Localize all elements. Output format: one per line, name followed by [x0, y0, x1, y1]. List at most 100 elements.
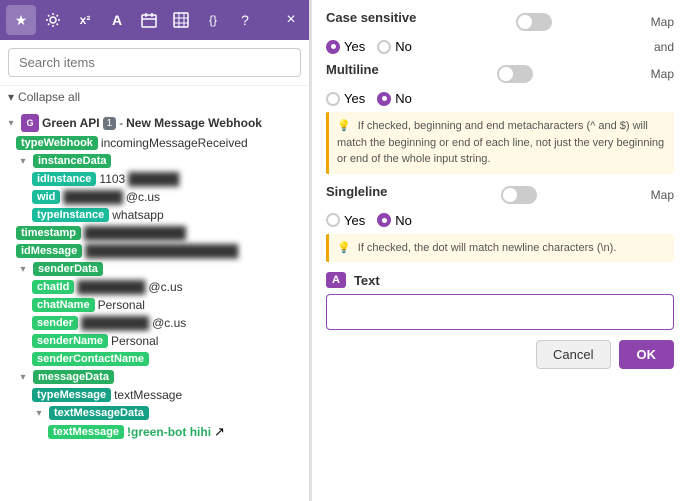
case-sensitive-toggle[interactable] — [516, 13, 552, 31]
root-expand[interactable]: ▾ — [4, 116, 18, 130]
value-chatname: Personal — [98, 298, 145, 312]
expand-messagedata[interactable]: ▾ — [16, 370, 30, 384]
multiline-no-label: No — [395, 91, 412, 106]
list-item: typeMessage textMessage — [0, 386, 309, 404]
badge-typemessage[interactable]: typeMessage — [32, 388, 111, 402]
badge-idinstance[interactable]: idInstance — [32, 172, 96, 186]
value-typeinstance: whatsapp — [112, 208, 163, 222]
left-panel: ★ x² A {} ? × Collapse all ▾ G Green API… — [0, 0, 310, 501]
multiline-hint: 💡 If checked, beginning and end metachar… — [326, 112, 674, 174]
collapse-all-label: Collapse all — [18, 90, 80, 104]
search-input[interactable] — [8, 48, 301, 77]
multiline-row: Multiline Map — [326, 62, 674, 85]
hint-icon-multiline: 💡 — [337, 120, 351, 132]
code-icon[interactable]: {} — [198, 5, 228, 35]
multiline-toggle[interactable] — [497, 65, 533, 83]
value-idinstance: 1103 — [99, 172, 125, 186]
case-sensitive-row: Case sensitive Map — [326, 10, 674, 33]
root-title: New Message Webhook — [126, 116, 262, 130]
yes-label: Yes — [344, 39, 365, 54]
no-label: No — [395, 39, 412, 54]
text-input-field[interactable] — [326, 294, 674, 330]
settings-icon[interactable] — [38, 5, 68, 35]
calendar-icon[interactable] — [134, 5, 164, 35]
value-typemessage: textMessage — [114, 388, 182, 402]
root-name: Green API — [42, 116, 100, 130]
value-wid: @c.us — [126, 190, 160, 204]
badge-chatname[interactable]: chatName — [32, 298, 95, 312]
badge-sendername[interactable]: senderName — [32, 334, 108, 348]
case-sensitive-radios: Yes No and — [326, 39, 674, 54]
formula-icon[interactable]: x² — [70, 5, 100, 35]
text-label-row: A Text — [326, 272, 674, 288]
list-item: chatName Personal — [0, 296, 309, 314]
cancel-button[interactable]: Cancel — [536, 340, 610, 369]
collapse-all-button[interactable]: Collapse all — [0, 86, 309, 108]
badge-typeinstance[interactable]: typeInstance — [32, 208, 109, 222]
list-item: idInstance 1103 ██████ — [0, 170, 309, 188]
multiline-title: Multiline — [326, 62, 379, 77]
list-item: timestamp ████████████ — [0, 224, 309, 242]
and-label: and — [654, 40, 674, 54]
ok-button[interactable]: OK — [619, 340, 675, 369]
case-sensitive-title: Case sensitive — [326, 10, 416, 25]
tree: ▾ G Green API 1 - New Message Webhook ty… — [0, 108, 309, 501]
badge-sendercontactname[interactable]: senderContactName — [32, 352, 149, 366]
root-icon: G — [21, 114, 39, 132]
multiline-hint-text: If checked, beginning and end metacharac… — [337, 120, 664, 165]
list-item: ▾ instanceData — [0, 152, 309, 170]
expand-instancedata[interactable]: ▾ — [16, 154, 30, 168]
badge-typewebhook[interactable]: typeWebhook — [16, 136, 98, 150]
text-section-label: Text — [354, 273, 380, 288]
badge-idmessage[interactable]: idMessage — [16, 244, 82, 258]
value-wid-blurred: ███████ — [63, 190, 123, 204]
value-sender-blurred: ████████ — [81, 316, 149, 330]
list-item: textMessage !green-bot hihi ↗ — [0, 422, 309, 442]
list-item: ▾ textMessageData — [0, 404, 309, 422]
list-item: idMessage ██████████████████ — [0, 242, 309, 260]
text-icon[interactable]: A — [102, 5, 132, 35]
badge-messagedata[interactable]: messageData — [33, 370, 114, 384]
case-sensitive-no[interactable]: No — [377, 39, 412, 54]
multiline-yes[interactable]: Yes — [326, 91, 365, 106]
badge-textmessage[interactable]: textMessage — [48, 425, 124, 439]
singleline-hint-text: If checked, the dot will match newline c… — [358, 242, 617, 254]
badge-chatid[interactable]: chatId — [32, 280, 74, 294]
singleline-yes[interactable]: Yes — [326, 213, 365, 228]
text-input-section: A Text — [326, 272, 674, 330]
badge-senderdata[interactable]: senderData — [33, 262, 103, 276]
badge-timestamp[interactable]: timestamp — [16, 226, 81, 240]
help-icon[interactable]: ? — [230, 5, 260, 35]
hint-icon-singleline: 💡 — [337, 242, 351, 254]
root-separator: - — [119, 116, 123, 130]
list-item: wid ███████ @c.us — [0, 188, 309, 206]
multiline-yes-label: Yes — [344, 91, 365, 106]
value-sendername: Personal — [111, 334, 158, 348]
value-typewebhook: incomingMessageReceived — [101, 136, 248, 150]
singleline-no[interactable]: No — [377, 213, 412, 228]
expand-textmessagedata[interactable]: ▾ — [32, 406, 46, 420]
case-sensitive-yes[interactable]: Yes — [326, 39, 365, 54]
singleline-toggle[interactable] — [501, 186, 537, 204]
badge-instancedata[interactable]: instanceData — [33, 154, 111, 168]
text-badge: A — [326, 272, 346, 288]
badge-wid[interactable]: wid — [32, 190, 60, 204]
badge-textmessagedata[interactable]: textMessageData — [49, 406, 149, 420]
singleline-hint: 💡 If checked, the dot will match newline… — [326, 234, 674, 263]
multiline-no[interactable]: No — [377, 91, 412, 106]
expand-senderdata[interactable]: ▾ — [16, 262, 30, 276]
table-icon[interactable] — [166, 5, 196, 35]
radio-yes-circle — [326, 40, 340, 54]
close-button[interactable]: × — [279, 8, 303, 32]
radio-multiline-no — [377, 92, 391, 106]
toolbar: ★ x² A {} ? × — [0, 0, 309, 40]
list-item: senderName Personal — [0, 332, 309, 350]
button-row: Cancel OK — [326, 340, 674, 369]
badge-sender[interactable]: sender — [32, 316, 78, 330]
list-item: typeInstance whatsapp — [0, 206, 309, 224]
right-panel: Case sensitive Map Yes No and Multiline … — [310, 0, 688, 501]
list-item: ▾ senderData — [0, 260, 309, 278]
singleline-no-label: No — [395, 213, 412, 228]
star-icon[interactable]: ★ — [6, 5, 36, 35]
search-box — [0, 40, 309, 86]
